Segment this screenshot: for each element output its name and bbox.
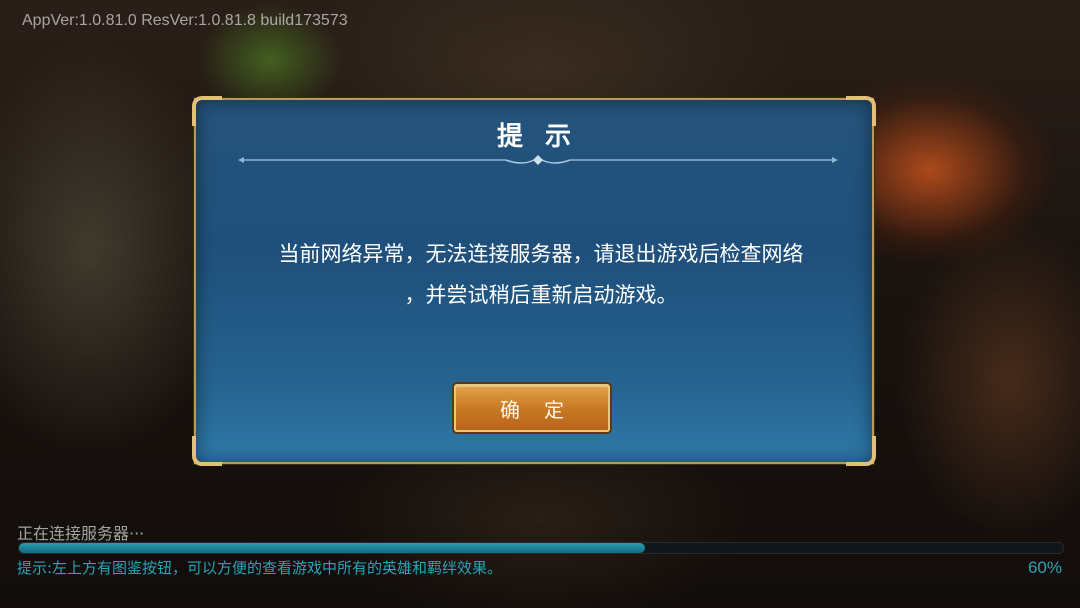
dialog-message: 当前网络异常，无法连接服务器，请退出游戏后检查网络 ，并尝试稍后重新启动游戏。 [240, 234, 842, 316]
alert-dialog: 提示 当前网络异常，无法连接服务器，请退出游戏后检查网络 ，并尝试稍后重新启动游… [192, 96, 876, 466]
loading-progress-bar [18, 542, 1064, 554]
progress-percent: 60% [1027, 558, 1062, 577]
loading-tip: 提示:左上方有图鉴按钮，可以方便的查看游戏中所有的英雄和羁绊效果。 [17, 559, 503, 577]
version-label: AppVer:1.0.81.0 ResVer:1.0.81.8 build173… [22, 12, 348, 29]
progress-fill [19, 543, 646, 553]
loading-status: 正在连接服务器··· [17, 524, 145, 543]
message-line: ，并尝试稍后重新启动游戏。 [404, 283, 678, 307]
frame-corner [846, 436, 876, 466]
dialog-title: 提示 [496, 122, 593, 152]
ornament-divider-icon [238, 155, 838, 165]
frame-corner [192, 436, 222, 466]
message-line: 当前网络异常，无法连接服务器，请退出游戏后检查网络 [278, 242, 804, 266]
confirm-button[interactable]: 确定 [454, 384, 610, 432]
